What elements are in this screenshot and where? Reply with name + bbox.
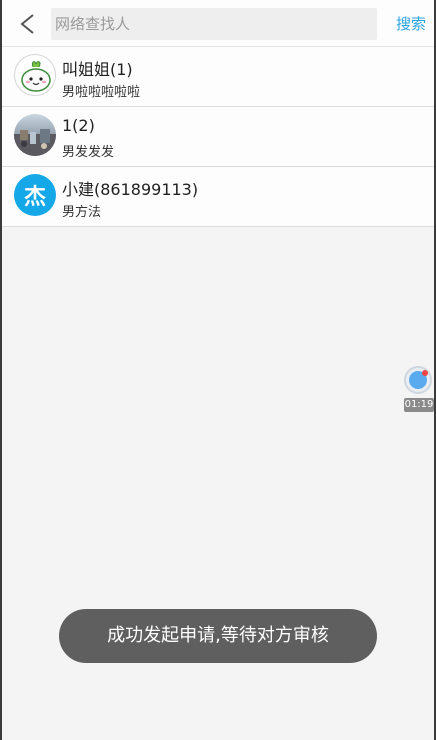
photo-avatar-icon xyxy=(14,129,56,156)
top-bar: 搜索 xyxy=(2,0,434,47)
search-field-container xyxy=(51,8,377,40)
contact-subtitle: 男啦啦啦啦啦 xyxy=(62,85,141,100)
list-item[interactable]: 叫姐姐(1) 男啦啦啦啦啦 xyxy=(2,47,434,107)
record-icon xyxy=(409,370,428,389)
contact-name: 小建(861899113) xyxy=(62,180,199,199)
search-button[interactable]: 搜索 xyxy=(396,13,426,34)
avatar xyxy=(14,54,56,96)
search-input[interactable] xyxy=(51,8,377,40)
avatar-letter: 杰 xyxy=(23,185,46,210)
contact-name: 叫姐姐(1) xyxy=(62,60,133,79)
list-item[interactable]: 杰 小建(861899113) 男方法 xyxy=(2,167,434,227)
avatar xyxy=(14,114,56,156)
contact-name: 1(2) xyxy=(62,116,95,135)
contact-subtitle: 男方法 xyxy=(62,205,102,220)
record-timer: 01:19 xyxy=(404,398,434,412)
search-results-list: 叫姐姐(1) 男啦啦啦啦啦 1(2) 男发发发 杰 小建(861899113) … xyxy=(2,47,434,227)
chevron-left-icon xyxy=(20,14,34,34)
cartoon-avatar-icon xyxy=(21,61,51,92)
toast-message: 成功发起申请,等待对方审核 xyxy=(59,609,377,663)
contact-subtitle: 男发发发 xyxy=(62,145,115,160)
avatar: 杰 xyxy=(14,174,56,216)
floating-record-button[interactable] xyxy=(404,366,432,394)
list-item[interactable]: 1(2) 男发发发 xyxy=(2,107,434,167)
back-button[interactable] xyxy=(10,8,46,40)
